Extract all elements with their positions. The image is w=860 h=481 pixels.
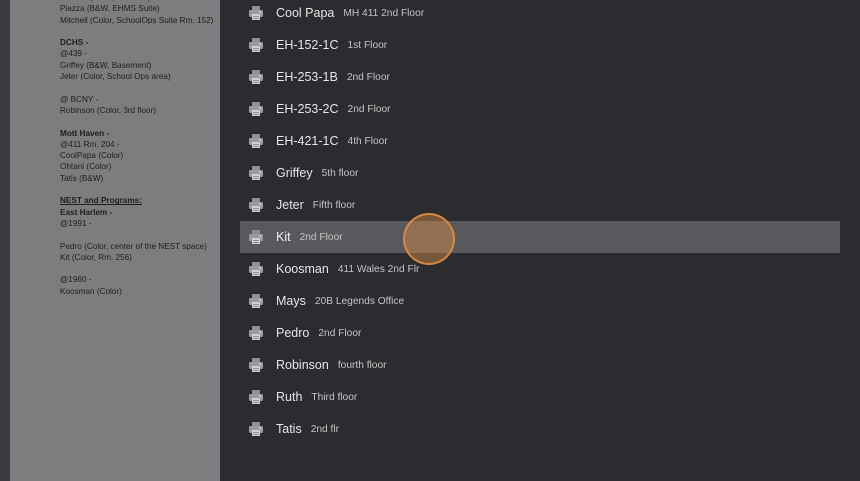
document-line: Griffey (B&W, Basement) xyxy=(60,60,152,70)
printer-location: fourth floor xyxy=(337,359,387,371)
printer-name: Griffey xyxy=(276,166,313,180)
printer-icon xyxy=(248,101,264,117)
printer-item[interactable]: EH-421-1C 4th Floor xyxy=(240,125,840,157)
printer-icon xyxy=(248,133,264,149)
printer-name: EH-253-1B xyxy=(276,70,338,84)
printer-icon xyxy=(248,165,264,181)
printer-location: MH 411 2nd Floor xyxy=(343,7,425,19)
printer-location: Third floor xyxy=(311,391,358,403)
document-line: Piazza (B&W, EHMS Suite) xyxy=(60,4,160,14)
printer-name: EH-152-1C xyxy=(276,38,339,52)
printer-location: 2nd Floor xyxy=(299,231,343,243)
printer-name: Mays xyxy=(276,294,306,308)
printer-icon xyxy=(248,421,264,437)
document-line: Mott Haven - xyxy=(60,128,110,138)
document-line: Kit (Color, Rm. 256) xyxy=(60,252,132,262)
printer-item[interactable]: Robinson fourth floor xyxy=(240,349,840,381)
printer-name: Tatis xyxy=(276,422,302,436)
printer-name: Ruth xyxy=(276,390,303,404)
printer-item[interactable]: Mays 20B Legends Office xyxy=(240,285,840,317)
printer-icon xyxy=(248,229,264,245)
document-line: @ BCNY - xyxy=(60,94,99,104)
document-line: @411 Rm. 204 - xyxy=(60,139,120,149)
document-line: Mitchell (Color, SchoolOps Suite Rm. 152… xyxy=(60,15,214,25)
printer-icon xyxy=(248,389,264,405)
printer-icon xyxy=(248,293,264,309)
document-line: DCHS - xyxy=(60,38,89,48)
printer-name: EH-421-1C xyxy=(276,134,339,148)
printer-icon xyxy=(248,37,264,53)
printer-icon xyxy=(248,69,264,85)
printer-item[interactable]: Koosman 411 Wales 2nd Flr xyxy=(240,253,840,285)
printer-icon xyxy=(248,5,264,21)
printer-item[interactable]: Kit 2nd Floor xyxy=(240,221,840,253)
document-line: East Harlem - xyxy=(60,207,113,217)
printer-location: 1st Floor xyxy=(347,39,388,51)
document-line: @1960 - xyxy=(60,275,92,285)
document-line: @1991 - xyxy=(60,218,92,228)
printer-location: 5th floor xyxy=(321,167,359,179)
document-line: Robinson (Color, 3rd floor) xyxy=(60,105,157,115)
printer-icon xyxy=(248,261,264,277)
document-line: Tatis (B&W) xyxy=(60,173,104,183)
document-line: Pedro (Color, center of the NEST space) xyxy=(60,241,207,251)
printer-panel: Cool Papa MH 411 2nd Floor EH-152-1C 1st Fl… xyxy=(220,0,860,481)
printer-item[interactable]: Cool Papa MH 411 2nd Floor xyxy=(240,0,840,29)
printer-item[interactable]: EH-253-1B 2nd Floor xyxy=(240,61,840,93)
printer-name: Robinson xyxy=(276,358,329,372)
printer-icon xyxy=(248,197,264,213)
document-line: Jeter (Color, School Ops area) xyxy=(60,72,171,82)
printer-item[interactable]: EH-152-1C 1st Floor xyxy=(240,29,840,61)
printer-item[interactable]: Jeter Fifth floor xyxy=(240,189,840,221)
document-line: NEST and Programs: xyxy=(60,196,142,206)
printer-item[interactable]: EH-253-2C 2nd Floor xyxy=(240,93,840,125)
printer-icon xyxy=(248,357,264,373)
printer-icon xyxy=(248,325,264,341)
printer-location: 411 Wales 2nd Flr xyxy=(337,263,420,275)
printer-location: 20B Legends Office xyxy=(314,295,405,307)
document-page: Posada (Color, Rm. 253)Piazza (B&W, EHMS… xyxy=(10,0,220,481)
printer-location: 2nd flr xyxy=(310,423,340,435)
document-text: Posada (Color, Rm. 253)Piazza (B&W, EHMS… xyxy=(60,0,220,297)
printer-name: Cool Papa xyxy=(276,6,335,20)
printer-name: EH-253-2C xyxy=(276,102,339,116)
document-line: @439 - xyxy=(60,49,87,59)
printer-location: 2nd Floor xyxy=(318,327,362,339)
printer-location: Fifth floor xyxy=(312,199,356,211)
printer-list: Cool Papa MH 411 2nd Floor EH-152-1C 1st Fl… xyxy=(240,0,840,445)
printer-item[interactable]: Griffey 5th floor xyxy=(240,157,840,189)
printer-name: Jeter xyxy=(276,198,304,212)
document-line: Koosman (Color) xyxy=(60,286,122,296)
printer-name: Pedro xyxy=(276,326,310,340)
printer-location: 2nd Floor xyxy=(346,71,390,83)
printer-location: 2nd Floor xyxy=(347,103,391,115)
click-indicator xyxy=(403,213,455,265)
printer-item[interactable]: Tatis 2nd flr xyxy=(240,413,840,445)
printer-name: Koosman xyxy=(276,262,329,276)
printer-item[interactable]: Pedro 2nd Floor xyxy=(240,317,840,349)
printer-item[interactable]: Ruth Third floor xyxy=(240,381,840,413)
document-line: Ohtani (Color) xyxy=(60,162,112,172)
printer-location: 4th Floor xyxy=(347,135,388,147)
printer-name: Kit xyxy=(276,230,291,244)
document-line: CoolPapa (Color) xyxy=(60,151,124,161)
